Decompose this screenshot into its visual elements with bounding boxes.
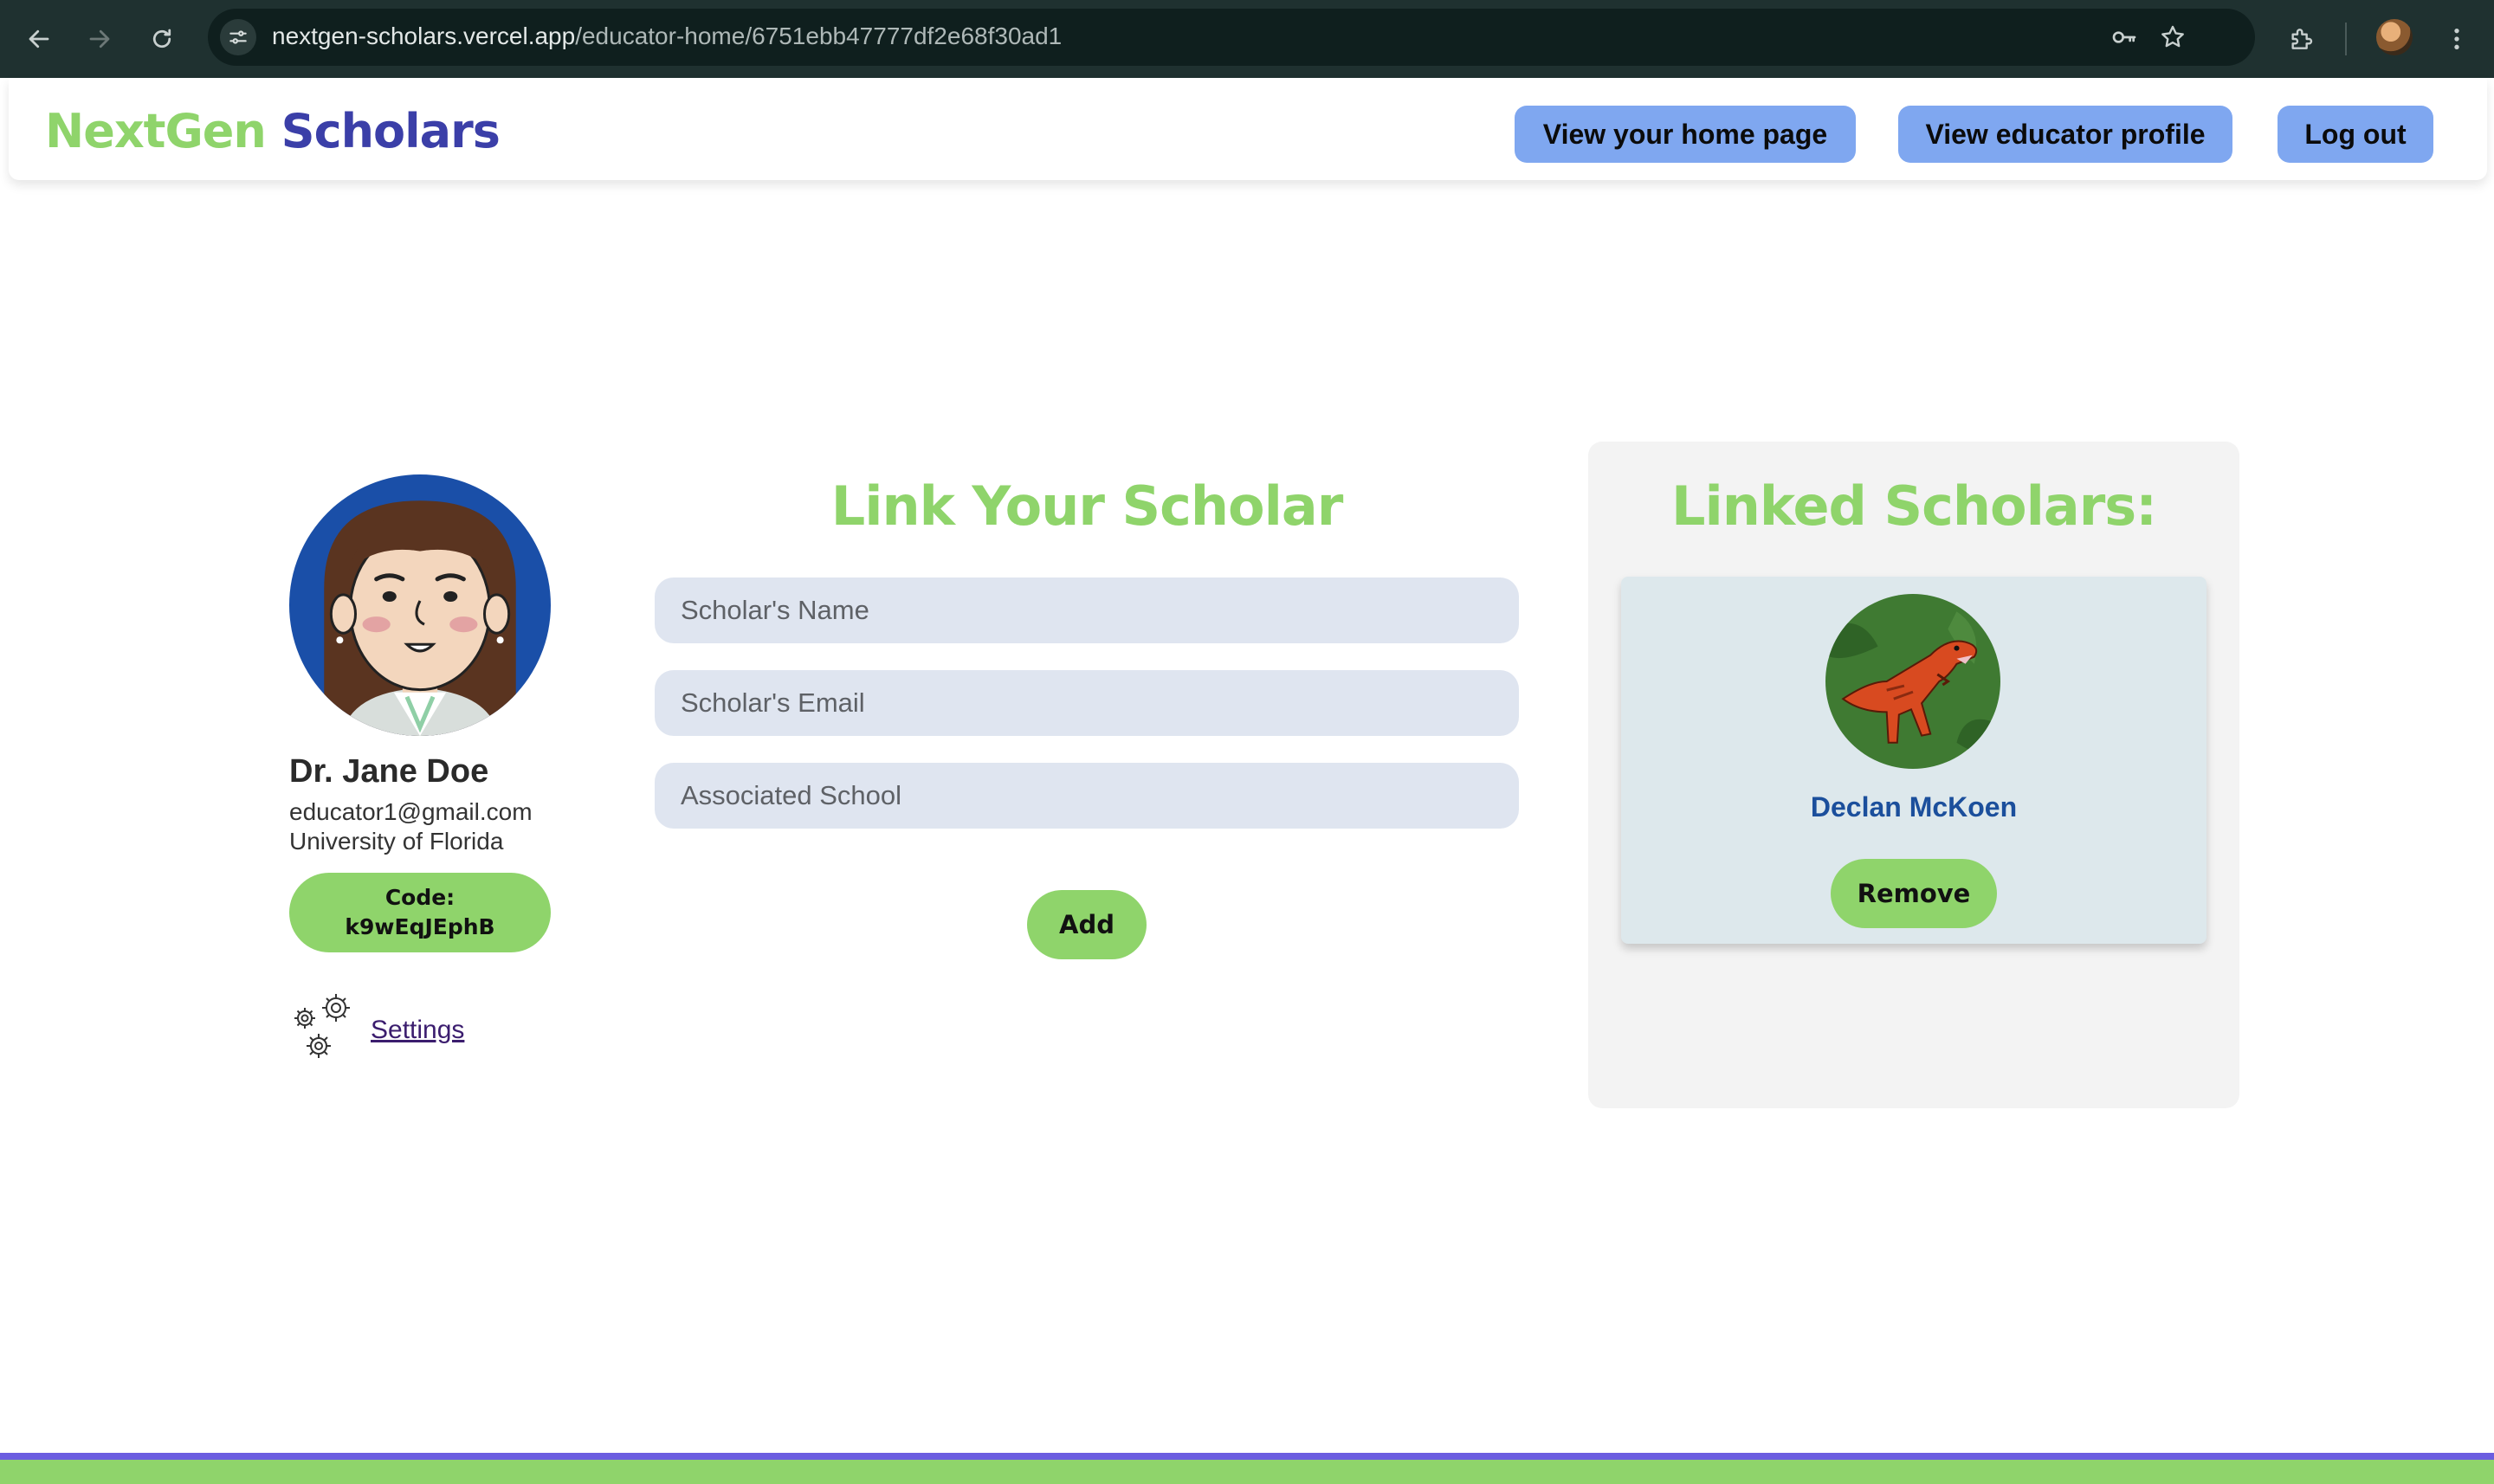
back-button[interactable] — [19, 19, 59, 59]
arrow-left-icon — [29, 29, 49, 48]
linked-scholars-panel: Linked Scholars: Declan McKoen Remove — [1588, 442, 2239, 1108]
educator-code-badge: Code: k9wEqJEphB — [289, 873, 551, 952]
reload-icon — [152, 29, 171, 48]
footer-accent-line — [0, 1453, 2494, 1460]
site-header: NextGen Scholars View your home page Vie… — [9, 78, 2487, 180]
logo-nextgen: NextGen — [45, 104, 267, 158]
url-host: nextgen-scholars.vercel.app — [272, 23, 576, 49]
site-info-icon[interactable] — [220, 19, 256, 55]
linked-scholars-title: Linked Scholars: — [1671, 474, 2157, 538]
view-home-page-button[interactable]: View your home page — [1515, 106, 1856, 163]
educator-avatar — [289, 474, 551, 736]
link-scholar-title: Link Your Scholar — [830, 474, 1344, 538]
url-text: nextgen-scholars.vercel.app/educator-hom… — [272, 23, 1062, 50]
extensions-puzzle-icon[interactable] — [2281, 19, 2321, 59]
add-scholar-button[interactable]: Add — [1027, 890, 1147, 959]
url-path: /educator-home/6751ebb47777df2e68f30ad1 — [575, 23, 1063, 49]
scholar-name: Declan McKoen — [1810, 791, 2018, 823]
logo-scholars: Scholars — [281, 104, 501, 158]
code-label: Code: — [384, 885, 456, 910]
associated-school-input[interactable] — [655, 763, 1519, 829]
arrow-right-icon — [89, 29, 110, 48]
gears-icon — [294, 994, 350, 1058]
settings-link[interactable]: Settings — [371, 1016, 464, 1045]
toolbar-divider — [2345, 23, 2347, 55]
log-out-button[interactable]: Log out — [2278, 106, 2433, 163]
more-menu-icon[interactable] — [2437, 19, 2477, 59]
address-bar[interactable]: nextgen-scholars.vercel.app/educator-hom… — [208, 9, 2255, 66]
code-value: k9wEqJEphB — [345, 914, 495, 939]
forward-button[interactable] — [80, 19, 120, 59]
remove-scholar-button[interactable]: Remove — [1831, 859, 1997, 928]
footer-bar — [0, 1460, 2494, 1484]
educator-name: Dr. Jane Doe — [289, 753, 489, 790]
reload-button[interactable] — [142, 19, 182, 59]
settings-link-group[interactable]: Settings — [289, 989, 464, 1063]
scholar-card: Declan McKoen Remove — [1621, 577, 2206, 944]
view-educator-profile-button[interactable]: View educator profile — [1898, 106, 2232, 163]
bookmark-star-icon[interactable] — [2153, 17, 2193, 57]
browser-toolbar: nextgen-scholars.vercel.app/educator-hom… — [0, 0, 2494, 78]
scholar-avatar — [1825, 594, 2000, 769]
educator-school: University of Florida — [289, 828, 504, 855]
site-logo[interactable]: NextGen Scholars — [45, 104, 501, 158]
scholar-email-input[interactable] — [655, 670, 1519, 736]
educator-email: educator1@gmail.com — [289, 798, 533, 825]
password-key-icon[interactable] — [2104, 17, 2144, 57]
scholar-name-input[interactable] — [655, 577, 1519, 643]
browser-profile-avatar[interactable] — [2376, 19, 2413, 55]
